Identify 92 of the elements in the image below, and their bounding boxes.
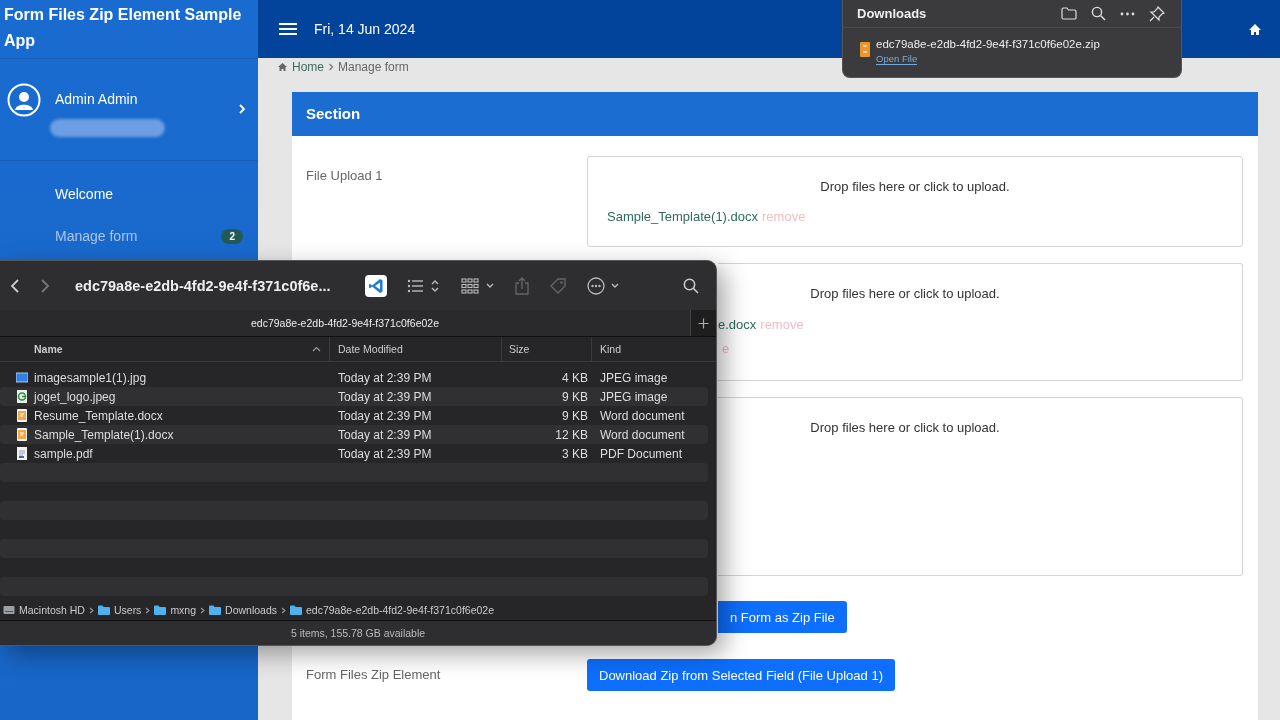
home-icon (277, 62, 288, 72)
date-cell-text: Today at 2:39 PM (337, 370, 433, 385)
menu-item[interactable]: Welcome (0, 173, 258, 215)
user-avatar-icon (7, 83, 41, 117)
date-cell-text: Today at 2:39 PM (337, 427, 433, 442)
kind-cell-text: JPEG image (599, 370, 669, 385)
list-view-icon[interactable] (406, 277, 441, 294)
size-cell-text: 3 KB (561, 446, 589, 461)
image-file-icon (16, 390, 28, 403)
folder-icon (154, 605, 167, 615)
breadcrumb-link[interactable]: Home (292, 60, 324, 74)
kind-cell-text: PDF Document (599, 446, 684, 461)
kind-cell-text: Word document (599, 408, 686, 423)
field-label: Form Files Zip Element (306, 667, 441, 682)
file-row[interactable]: Resume_Template.docx Today at 2:39 PM 9 KB Word document (0, 406, 708, 425)
column-header[interactable]: Kind (592, 337, 708, 361)
file-name: e.docx (718, 317, 757, 332)
breadcrumb-current: Manage form (338, 60, 409, 74)
more-icon[interactable] (1120, 11, 1135, 16)
download-button[interactable]: Download Zip from Selected Field (File Upload 1) (587, 659, 895, 691)
chevron-right-icon (200, 606, 206, 614)
back-icon[interactable] (10, 277, 20, 294)
status-bar-text: 5 items, 155.78 GB available (0, 621, 716, 645)
column-header[interactable]: Date Modified (330, 337, 502, 361)
path-segment[interactable]: Macintosh HD (3, 604, 85, 616)
pin-icon[interactable] (1149, 5, 1165, 22)
forward-icon[interactable] (40, 277, 50, 294)
more-options-icon[interactable] (586, 276, 621, 295)
menu-icon[interactable] (278, 21, 298, 37)
size-cell-text: 9 KB (561, 408, 589, 423)
size-cell-text: 4 KB (561, 370, 589, 385)
file-name: Sample_Template(1).docx (34, 427, 174, 442)
chevron-right-icon (281, 606, 286, 614)
kind-cell-text: Word document (599, 427, 686, 442)
file-name: sample.pdf (34, 446, 93, 461)
path-segment[interactable]: edc79a8e-e2db-4fd2-9e4f-f371c0f6e02e (290, 604, 494, 616)
path-segment[interactable]: mxng (154, 604, 197, 616)
chevron-right-icon (328, 63, 334, 71)
sort-caret-icon (312, 346, 321, 352)
panel-title: Downloads (857, 6, 927, 21)
file-row[interactable]: sample.pdf Today at 2:39 PM 3 KB PDF Document (0, 444, 708, 463)
kind-cell-text: JPEG image (599, 389, 669, 404)
upload-dropzone[interactable]: Drop files here or click to upload. Sample_Template(1).docx remove (587, 156, 1243, 247)
app-icon[interactable] (364, 274, 387, 297)
column-header[interactable]: Name (0, 337, 330, 361)
file-name: Resume_Template.docx (34, 408, 163, 423)
size-cell-text: 12 KB (554, 427, 589, 442)
file-row[interactable]: joget_logo.jpeg Today at 2:39 PM 9 KB JPEG image (0, 387, 708, 406)
file-row[interactable]: Sample_Template(1).docx Today at 2:39 PM 12 KB Word document (0, 425, 708, 444)
dropzone-hint: Drop files here or click to upload. (810, 286, 1000, 301)
chevron-right-icon[interactable] (238, 103, 246, 115)
count-badge: 2 (221, 228, 243, 244)
dropzone-hint: Drop files here or click to upload. (820, 179, 1010, 194)
chevron-right-icon (88, 606, 94, 614)
menu-item[interactable]: Manage form 2 (0, 215, 258, 257)
plus-icon[interactable] (698, 317, 709, 329)
tag-icon[interactable] (548, 276, 567, 295)
size-cell-text: 9 KB (561, 389, 589, 404)
search-icon[interactable] (1091, 6, 1106, 21)
search-icon[interactable] (683, 277, 699, 294)
date-label: Fri, 14 Jun 2024 (314, 21, 416, 37)
upload-dropzone[interactable]: Drop files here or click to upload. (718, 397, 1243, 576)
date-cell-text: Today at 2:39 PM (337, 446, 433, 461)
open-file-link[interactable]: Open File (876, 53, 918, 65)
download-button[interactable]: n Form as Zip File (718, 601, 847, 633)
chevron-right-icon (145, 606, 151, 614)
section-header: Section (292, 92, 1258, 136)
file-name: imagesample1(1).jpg (34, 370, 147, 385)
date-cell-text: Today at 2:39 PM (337, 389, 433, 404)
window-title: edc79a8e-e2db-4fd2-9e4f-f371c0f6e... (75, 277, 331, 294)
folder-icon (209, 605, 222, 615)
folder-icon (97, 605, 110, 615)
field-label: File Upload 1 (306, 168, 383, 183)
image-file-icon (16, 371, 28, 384)
user-name: Admin Admin (55, 91, 139, 107)
home-icon[interactable] (1248, 22, 1262, 36)
dropzone-hint: Drop files here or click to upload. (810, 420, 1000, 435)
column-header[interactable]: Size (502, 337, 592, 361)
file-row[interactable]: imagesample1(1).jpg Today at 2:39 PM 4 KB JPEG image (0, 368, 708, 387)
document-file-icon (16, 428, 28, 441)
file-name: joget_logo.jpeg (34, 389, 116, 404)
folder-icon[interactable] (1061, 7, 1077, 20)
grid-view-icon[interactable] (460, 277, 495, 294)
folder-icon (290, 605, 302, 615)
path-segment[interactable]: Users (97, 604, 142, 616)
path-segment[interactable]: Downloads (209, 604, 277, 616)
file-name: edc79a8e-e2db-4fd2-9e4f-f371c0f6e02e.zip (876, 38, 1100, 50)
document-file-icon (16, 409, 28, 422)
zip-file-icon (860, 42, 870, 57)
date-cell-text: Today at 2:39 PM (337, 408, 433, 423)
pdf-file-icon (16, 447, 28, 460)
file-name: Sample_Template(1).docx (607, 209, 759, 224)
